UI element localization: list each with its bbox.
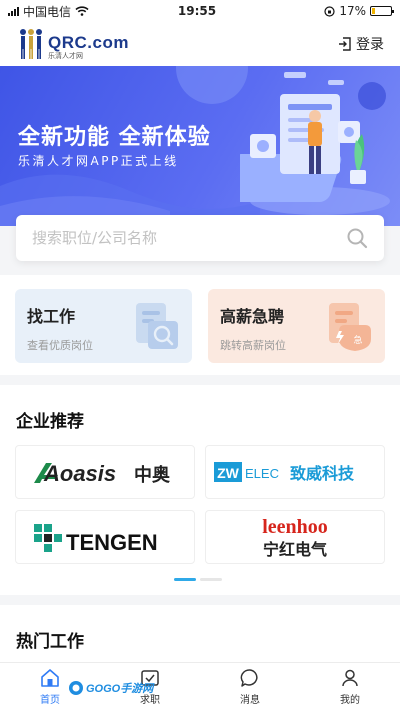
- message-icon: [240, 669, 258, 687]
- zwelec-logo: ZW ELEC 致威科技: [214, 462, 355, 483]
- tab-mine-label: 我的: [340, 695, 360, 706]
- app-header: QRC.com 乐清人才网 登录: [0, 22, 400, 66]
- battery-icon: [370, 6, 394, 16]
- quick-entry-section: 找工作 查看优质岗位 高薪急聘 跳转高薪岗位 急: [0, 275, 400, 375]
- company-card-aoasis[interactable]: Aoasis 中奥: [15, 445, 195, 499]
- battery-fill: [372, 8, 376, 14]
- search-input[interactable]: [32, 229, 346, 247]
- zwelec-cn: 致威科技: [290, 464, 355, 483]
- carousel-dot[interactable]: [200, 578, 222, 581]
- logo-sub-text: 乐清人才网: [48, 52, 83, 60]
- aoasis-word: Aoasis: [43, 461, 116, 486]
- watermark: GOGO手游网: [68, 680, 153, 696]
- signal-icon: [8, 6, 19, 16]
- watermark-logo-icon: [69, 681, 83, 695]
- tengen-logo: TENGEN: [34, 524, 158, 554]
- carousel-dot-active[interactable]: [174, 578, 196, 581]
- urgent-badge-icon: 急: [329, 303, 371, 351]
- tab-mine[interactable]: 我的: [300, 663, 400, 711]
- company-card-tengen[interactable]: TENGEN: [15, 510, 195, 564]
- zwelec-word: ELEC: [245, 466, 279, 481]
- status-left: 中国电信: [8, 3, 148, 20]
- search-icon[interactable]: [346, 227, 368, 249]
- hot-jobs-title: 热门工作: [16, 632, 84, 652]
- status-bar: 中国电信 19:55 17%: [0, 0, 400, 22]
- login-icon: [339, 37, 351, 51]
- company-card-leenhoo[interactable]: leenhoo 宁红电气: [205, 510, 385, 564]
- login-label: 登录: [356, 37, 384, 53]
- leenhoo-word: leenhoo: [262, 516, 328, 538]
- svg-text:急: 急: [353, 334, 362, 346]
- home-icon: [41, 669, 59, 687]
- tab-message[interactable]: 消息: [200, 663, 300, 711]
- leenhoo-cn: 宁红电气: [263, 540, 327, 559]
- promo-banner[interactable]: 全新功能 全新体验 乐清人才网APP正式上线: [0, 66, 400, 226]
- tengen-word: TENGEN: [66, 530, 158, 554]
- logo-main-text: QRC.com: [48, 33, 129, 52]
- banner-title: 全新功能 全新体验: [18, 125, 211, 150]
- leenhoo-logo: leenhoo 宁红电气: [262, 516, 328, 559]
- banner-illustration: [240, 72, 390, 215]
- aoasis-logo: Aoasis 中奥: [34, 461, 171, 486]
- logo-figures-icon: [20, 29, 42, 59]
- company-section-title: 企业推荐: [16, 412, 84, 432]
- hot-jobs-section: 热门工作: [0, 605, 400, 662]
- carousel-indicator: [174, 578, 222, 581]
- job-search-icon: [136, 303, 178, 349]
- bottom-tab-bar: 首页 求职 消息 我的: [0, 662, 400, 711]
- aoasis-cn: 中奥: [134, 464, 171, 486]
- orientation-lock-icon: [324, 5, 335, 17]
- status-time: 19:55: [177, 4, 217, 18]
- status-right: 17%: [282, 4, 394, 18]
- company-recommend-section: 企业推荐 Aoasis 中奥 ZW ELEC 致威科技 TENGEN leenh…: [0, 385, 400, 595]
- battery-percent: 17%: [339, 4, 366, 18]
- search-bar[interactable]: [16, 215, 384, 261]
- site-logo[interactable]: QRC.com 乐清人才网: [16, 27, 129, 61]
- carrier-label: 中国电信: [23, 4, 72, 19]
- wifi-icon: [75, 6, 89, 16]
- login-button[interactable]: 登录: [338, 34, 384, 54]
- tab-message-label: 消息: [240, 695, 260, 706]
- user-icon: [342, 669, 358, 687]
- company-card-zwelec[interactable]: ZW ELEC 致威科技: [205, 445, 385, 499]
- watermark-text: GOGO手游网: [86, 683, 154, 695]
- find-job-card[interactable]: 找工作 查看优质岗位: [15, 289, 192, 363]
- urgent-hiring-card[interactable]: 高薪急聘 跳转高薪岗位 急: [208, 289, 385, 363]
- tab-home-label: 首页: [40, 695, 60, 706]
- zwelec-mark: ZW: [217, 465, 240, 481]
- logo-text: QRC.com 乐清人才网: [48, 33, 129, 61]
- banner-subtitle: 乐清人才网APP正式上线: [18, 154, 179, 168]
